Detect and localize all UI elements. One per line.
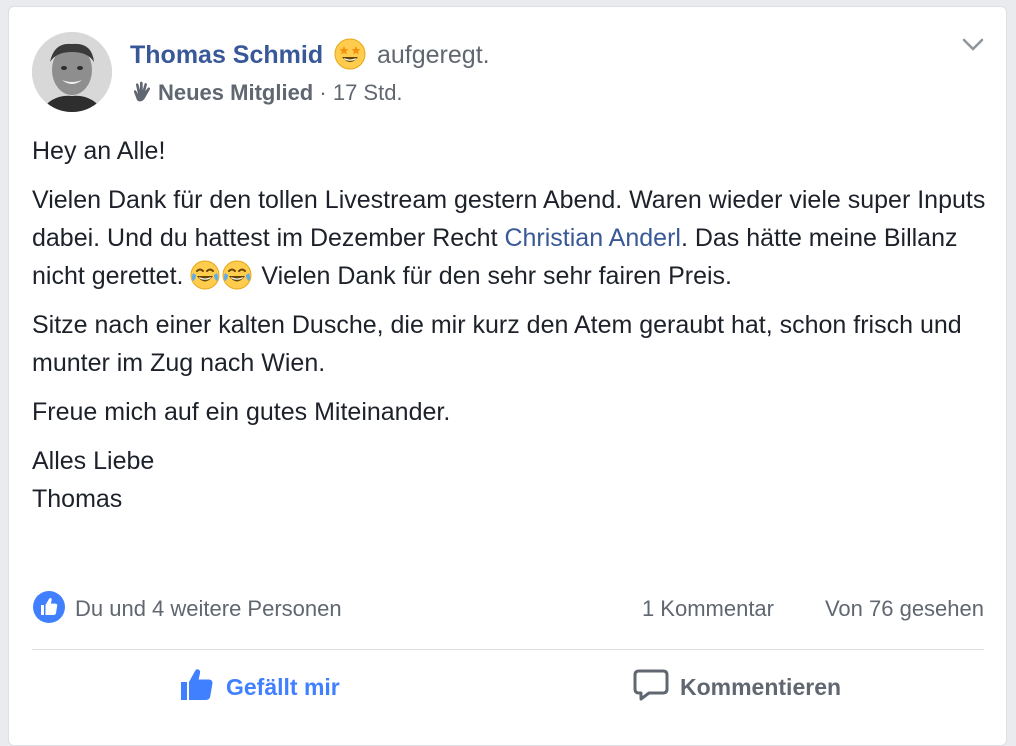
like-button[interactable]: Gefällt mir xyxy=(178,666,340,718)
star-struck-emoji-icon xyxy=(334,38,366,70)
post-text: Thomas xyxy=(32,485,123,513)
post-text: Alles Liebe xyxy=(32,447,155,475)
post-paragraph: Sitze nach einer kalten Dusche, die mir … xyxy=(32,311,962,377)
likes-count[interactable]: Du und 4 weitere Personen xyxy=(75,596,342,622)
feeling-text: aufgeregt. xyxy=(377,41,490,69)
post-meta: Neues Mitglied · 17 Std. xyxy=(130,80,403,108)
tears-of-joy-emoji-icon xyxy=(222,260,252,290)
meta-separator: · xyxy=(319,80,327,105)
post-options-chevron-icon[interactable] xyxy=(958,34,988,56)
waving-hand-icon xyxy=(130,80,154,104)
new-member-badge[interactable]: Neues Mitglied xyxy=(158,80,313,105)
post-paragraph: Freue mich auf ein gutes Miteinander. xyxy=(32,398,451,426)
tears-of-joy-emoji-icon xyxy=(190,260,220,290)
post-header: Thomas Schmid aufgeregt. xyxy=(130,38,490,72)
mention-link[interactable]: Christian Anderl xyxy=(504,224,680,252)
post-paragraph: Alles Liebe Thomas xyxy=(32,442,992,518)
author-name[interactable]: Thomas Schmid xyxy=(130,41,323,69)
like-button-label: Gefällt mir xyxy=(226,674,340,700)
comment-icon xyxy=(633,669,669,701)
post-timestamp[interactable]: 17 Std. xyxy=(333,80,403,105)
author-avatar[interactable] xyxy=(32,32,112,112)
comment-button[interactable]: Kommentieren xyxy=(632,666,841,718)
post-text: Vielen Dank für den sehr sehr fairen Pre… xyxy=(254,262,733,290)
post-stats: Du und 4 weitere Personen 1 Kommentar Vo… xyxy=(32,590,984,626)
seen-count[interactable]: Von 76 gesehen xyxy=(825,596,984,622)
divider xyxy=(32,649,984,650)
like-reaction-icon[interactable] xyxy=(32,590,66,624)
comments-count[interactable]: 1 Kommentar xyxy=(642,596,774,622)
post-paragraph: Hey an Alle! xyxy=(32,137,166,165)
post-paragraph: Vielen Dank für den tollen Livestream ge… xyxy=(32,181,992,295)
thumbs-up-icon xyxy=(181,669,213,700)
comment-button-label: Kommentieren xyxy=(680,674,842,700)
post-body: Hey an Alle! Vielen Dank für den tollen … xyxy=(32,132,992,529)
